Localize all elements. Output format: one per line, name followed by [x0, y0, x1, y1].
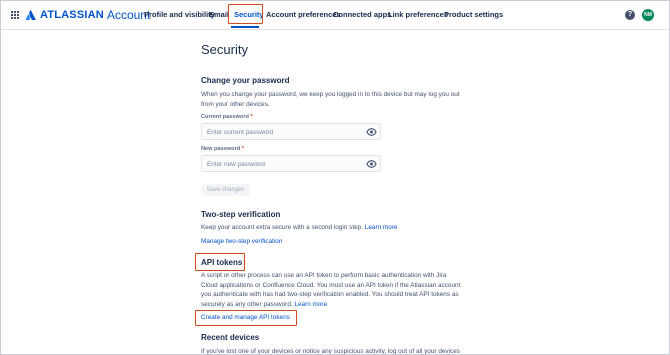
show-password-icon[interactable]: [366, 159, 377, 169]
api-tokens-heading-highlight: [195, 253, 245, 271]
nav-email[interactable]: Email: [209, 10, 229, 19]
nav-account-preferences[interactable]: Account preferences: [266, 10, 341, 19]
page-title: Security: [201, 42, 248, 57]
two-step-learn-more-link[interactable]: Learn more: [365, 224, 398, 231]
new-password-label: New password *: [201, 146, 244, 152]
app-switcher-icon[interactable]: [11, 11, 19, 19]
nav-profile-and-visibility[interactable]: Profile and visibility: [144, 10, 215, 19]
app-window: ATLASSIAN Account Profile and visibility…: [0, 0, 670, 355]
atlassian-logo[interactable]: ATLASSIAN Account: [25, 8, 150, 22]
active-tab-indicator: [231, 26, 259, 28]
avatar[interactable]: NM: [642, 9, 654, 21]
security-tab-highlight: [228, 4, 263, 24]
two-step-heading: Two-step verification: [201, 210, 281, 219]
change-password-description: When you change your password, we keep y…: [201, 91, 460, 108]
manage-two-step-link[interactable]: Manage two-step verification: [201, 238, 282, 245]
current-password-label-text: Current password: [201, 114, 249, 120]
two-step-description-text: Keep your account extra secure with a se…: [201, 224, 363, 231]
recent-devices-description: If you've lost one of your devices or no…: [201, 348, 460, 355]
new-password-input[interactable]: [205, 156, 359, 173]
current-password-input[interactable]: [205, 124, 359, 141]
required-marker: *: [250, 114, 253, 120]
logo-wordmark: ATLASSIAN: [40, 9, 104, 21]
current-password-field[interactable]: [201, 123, 381, 141]
new-password-field[interactable]: [201, 155, 381, 173]
nav-product-settings[interactable]: Product settings: [444, 10, 503, 19]
api-tokens-link-highlight: [195, 310, 297, 326]
recent-devices-heading: Recent devices: [201, 333, 260, 342]
two-step-description: Keep your account extra secure with a se…: [201, 223, 463, 233]
api-tokens-description: A script or other process can use an API…: [201, 271, 463, 310]
change-password-heading: Change your password: [201, 76, 290, 85]
api-tokens-learn-more-link[interactable]: Learn more: [294, 301, 327, 308]
nav-connected-apps[interactable]: Connected apps: [333, 10, 391, 19]
top-navigation: ATLASSIAN Account Profile and visibility…: [1, 1, 669, 30]
show-password-icon[interactable]: [366, 127, 377, 137]
help-icon[interactable]: ?: [625, 10, 635, 20]
api-tokens-description-text: A script or other process can use an API…: [201, 272, 461, 309]
required-marker: *: [241, 146, 244, 152]
current-password-label: Current password *: [201, 114, 253, 120]
nav-link-preferences[interactable]: Link preferences: [388, 10, 448, 19]
atlassian-mark-icon: [25, 9, 36, 20]
save-changes-button[interactable]: Save changes: [201, 184, 250, 196]
new-password-label-text: New password: [201, 146, 241, 152]
